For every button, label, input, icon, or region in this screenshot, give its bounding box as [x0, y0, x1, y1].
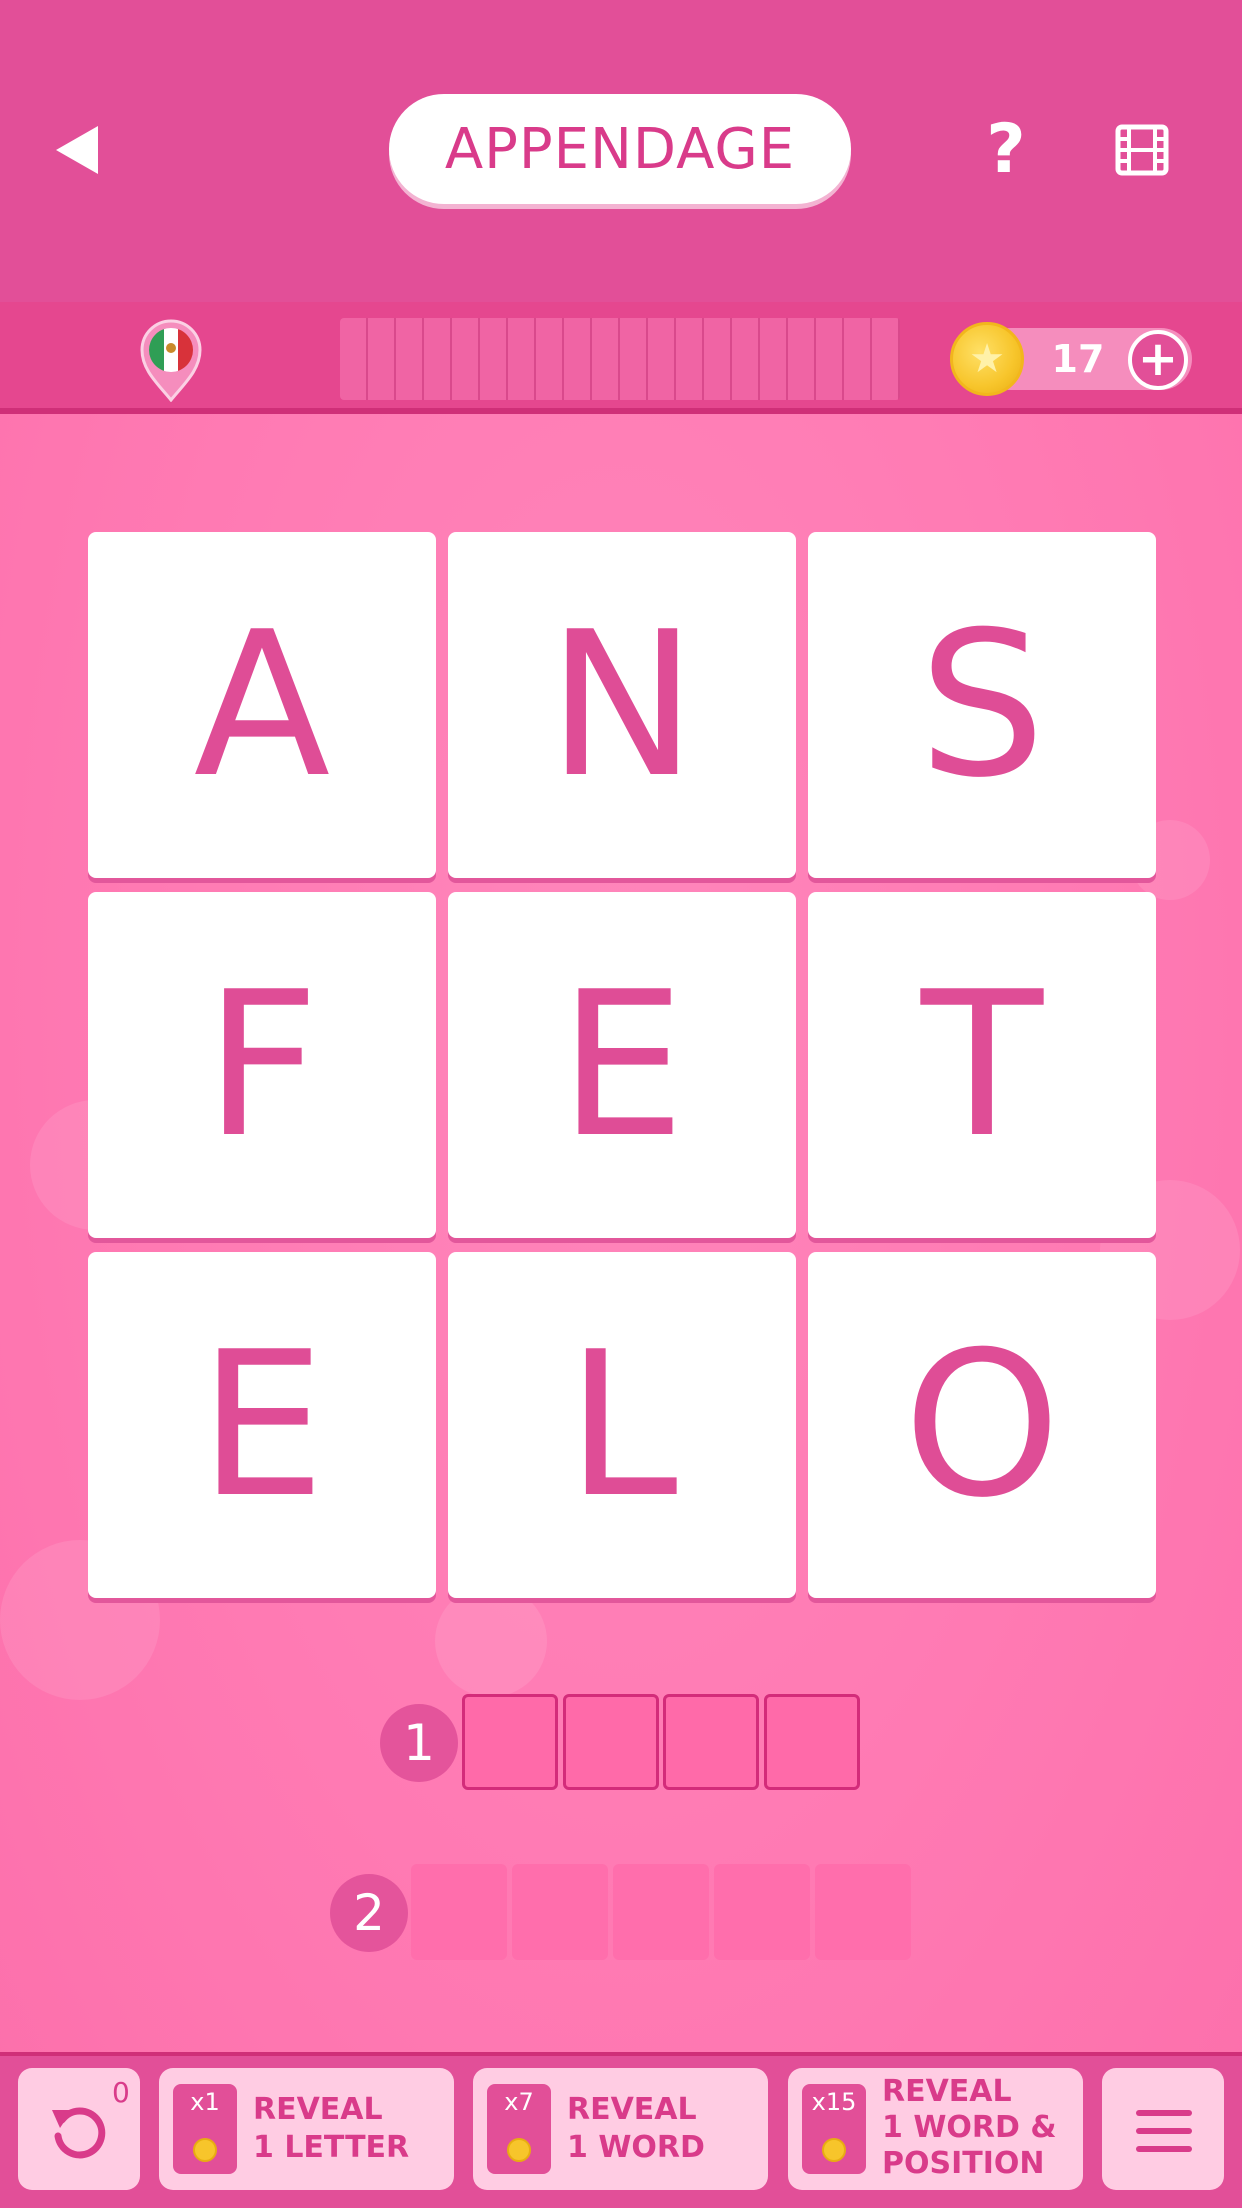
- coin-icon: [822, 2138, 846, 2162]
- answer-slot[interactable]: [462, 1694, 558, 1790]
- menu-button[interactable]: [1102, 2068, 1224, 2190]
- back-button[interactable]: [52, 122, 104, 178]
- answer-slot[interactable]: [411, 1864, 507, 1960]
- coin-icon: [193, 2138, 217, 2162]
- answer-slot[interactable]: [563, 1694, 659, 1790]
- hint-cost-badge: x7: [487, 2084, 551, 2174]
- coin-balance: ★ 17 +: [950, 322, 1192, 396]
- undo-icon: [52, 2107, 106, 2159]
- letter-tile[interactable]: E: [448, 892, 796, 1238]
- letter-tile[interactable]: E: [88, 1252, 436, 1598]
- back-arrow-icon: [56, 126, 98, 174]
- hint-label-line2: 1 WORD: [567, 2130, 705, 2165]
- hamburger-menu-icon: [1136, 2110, 1192, 2152]
- reveal-word-position-button[interactable]: x15 REVEAL 1 WORD & POSITION: [788, 2068, 1083, 2190]
- answer-slot[interactable]: [512, 1864, 608, 1960]
- letter-tile[interactable]: F: [88, 892, 436, 1238]
- undo-count: 0: [112, 2076, 130, 2109]
- hint-label-line1: REVEAL: [253, 2092, 383, 2127]
- reveal-word-button[interactable]: x7 REVEAL 1 WORD: [473, 2068, 768, 2190]
- hint-label-line2: 1 LETTER: [253, 2130, 410, 2165]
- coin-count: 17: [1051, 337, 1105, 381]
- star-coin-icon: ★: [950, 322, 1024, 396]
- letter-tile[interactable]: S: [808, 532, 1156, 878]
- letter-tile[interactable]: T: [808, 892, 1156, 1238]
- add-coins-button[interactable]: +: [1128, 330, 1188, 390]
- letter-tile[interactable]: A: [88, 532, 436, 878]
- letter-tile[interactable]: L: [448, 1252, 796, 1598]
- hint-cost: x7: [504, 2088, 534, 2116]
- help-button[interactable]: ?: [976, 112, 1036, 188]
- hint-cost-badge: x15: [802, 2084, 866, 2174]
- letter-tile[interactable]: N: [448, 532, 796, 878]
- answer-slot[interactable]: [714, 1864, 810, 1960]
- film-icon: [1115, 124, 1169, 176]
- hint-cost: x1: [190, 2088, 220, 2116]
- answer-number-badge: 2: [330, 1874, 408, 1952]
- word-category-title: APPENDAGE: [389, 94, 851, 204]
- video-button[interactable]: [1115, 124, 1169, 176]
- hint-label-line2: 1 WORD &: [882, 2110, 1057, 2145]
- mexico-flag-pin-icon: [140, 319, 202, 403]
- language-selector[interactable]: [138, 318, 204, 403]
- answer-number-badge: 1: [380, 1704, 458, 1782]
- hint-label-line1: REVEAL: [567, 2092, 697, 2127]
- bokeh-decoration: [435, 1585, 547, 1697]
- reveal-letter-button[interactable]: x1 REVEAL 1 LETTER: [159, 2068, 454, 2190]
- hint-label-line3: POSITION: [882, 2146, 1045, 2181]
- hint-cost: x15: [811, 2088, 857, 2116]
- answer-slot[interactable]: [764, 1694, 860, 1790]
- hint-cost-badge: x1: [173, 2084, 237, 2174]
- answer-slot[interactable]: [613, 1864, 709, 1960]
- hint-label-line1: REVEAL: [882, 2074, 1012, 2109]
- answer-slot[interactable]: [815, 1864, 911, 1960]
- answer-slot[interactable]: [663, 1694, 759, 1790]
- letter-tile[interactable]: O: [808, 1252, 1156, 1598]
- level-progress-bar: [340, 318, 900, 400]
- coin-icon: [507, 2138, 531, 2162]
